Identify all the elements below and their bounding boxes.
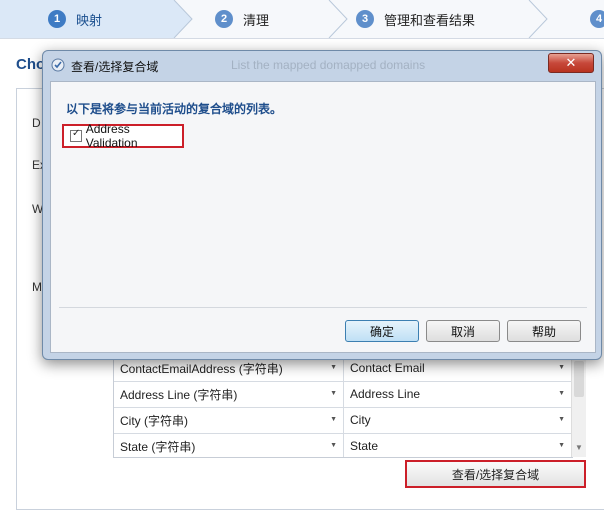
dropdown-arrow-icon[interactable]: ▼ [330,416,337,423]
step-4[interactable]: 4 [590,0,604,38]
dialog-heading: 以下是将参与当前活动的复合域的列表。 [66,102,283,116]
cell-text: State (字符串) [120,439,196,454]
cancel-button[interactable]: 取消 [426,320,500,342]
domain-select[interactable]: State ▼ [344,433,572,457]
page-title: Cho [16,56,46,73]
view-select-composite-domains-button[interactable]: 查看/选择复合域 [405,460,586,488]
dropdown-arrow-icon[interactable]: ▼ [330,364,337,371]
dropdown-arrow-icon[interactable]: ▼ [558,442,565,449]
scroll-down-icon[interactable]: ▼ [575,443,583,452]
checkmark-icon: ✓ [72,128,81,139]
step-label: 管理和查看结果 [384,12,476,28]
step-label: 映射 [76,12,103,28]
step-chevron-icon [170,0,193,38]
divider [59,307,587,308]
dialog-title: 查看/选择复合域 [71,60,159,74]
dialog-titlebar[interactable]: 查看/选择复合域 List the mapped domapped domain… [43,51,601,79]
close-button[interactable]: ✕ [548,53,594,73]
step-chevron-icon [528,0,548,38]
table-row: Address Line (字符串) ▼ Address Line ▼ [114,381,572,408]
composite-domain-dialog: 查看/选择复合域 List the mapped domapped domain… [42,50,602,360]
field-label: M [32,280,42,294]
step-number: 3 [356,10,374,28]
step-number: 2 [215,10,233,28]
input-column-select[interactable]: Address Line (字符串) ▼ [114,381,344,407]
step-manage-view-results[interactable]: 3 管理和查看结果 [356,0,475,38]
cell-text: ContactEmailAddress (字符串) [120,361,283,376]
cell-text: State [350,439,379,453]
step-number: 4 [590,10,604,28]
step-map[interactable]: 1 映射 [0,0,170,38]
ok-button[interactable]: 确定 [345,320,419,342]
cell-text: Address Line (字符串) [120,387,238,402]
help-button[interactable]: 帮助 [507,320,581,342]
scrollbar-thumb[interactable] [574,361,584,397]
cell-text: City (字符串) [120,413,188,428]
close-icon: ✕ [565,55,577,70]
cell-text: Contact Email [350,361,425,375]
dropdown-arrow-icon[interactable]: ▼ [558,390,565,397]
composite-domain-item[interactable]: ✓ Address Validation [62,122,184,150]
wizard-steps: 1 映射 2 清理 3 管理和查看结果 4 [0,0,604,39]
input-column-select[interactable]: City (字符串) ▼ [114,407,344,433]
step-label: 清理 [243,12,270,28]
dialog-content: 以下是将参与当前活动的复合域的列表。 ✓ Address Validation … [50,81,596,353]
step-cleanse[interactable]: 2 清理 [215,0,269,38]
dialog-ghost-title: List the mapped domapped domains [231,58,426,72]
address-validation-checkbox[interactable]: ✓ [70,128,82,142]
dropdown-arrow-icon[interactable]: ▼ [330,442,337,449]
table-scrollbar[interactable]: ▼ [571,355,586,457]
step-number: 1 [48,10,66,28]
input-column-select[interactable]: State (字符串) ▼ [114,433,344,457]
app-icon [51,58,65,72]
field-label: D [32,116,41,130]
dropdown-arrow-icon[interactable]: ▼ [330,390,337,397]
checkbox-label[interactable]: Address Validation [86,122,182,150]
mapping-table: ContactEmailAddress (字符串) ▼ Contact Email… [113,355,573,458]
cell-text: Address Line [350,387,421,401]
domain-select[interactable]: City ▼ [344,407,572,433]
dropdown-arrow-icon[interactable]: ▼ [558,416,565,423]
cell-text: City [350,413,371,427]
step-chevron-icon [328,0,348,38]
dropdown-arrow-icon[interactable]: ▼ [558,364,565,371]
table-row: State (字符串) ▼ State ▼ [114,433,572,457]
domain-select[interactable]: Address Line ▼ [344,381,572,407]
table-row: City (字符串) ▼ City ▼ [114,407,572,434]
